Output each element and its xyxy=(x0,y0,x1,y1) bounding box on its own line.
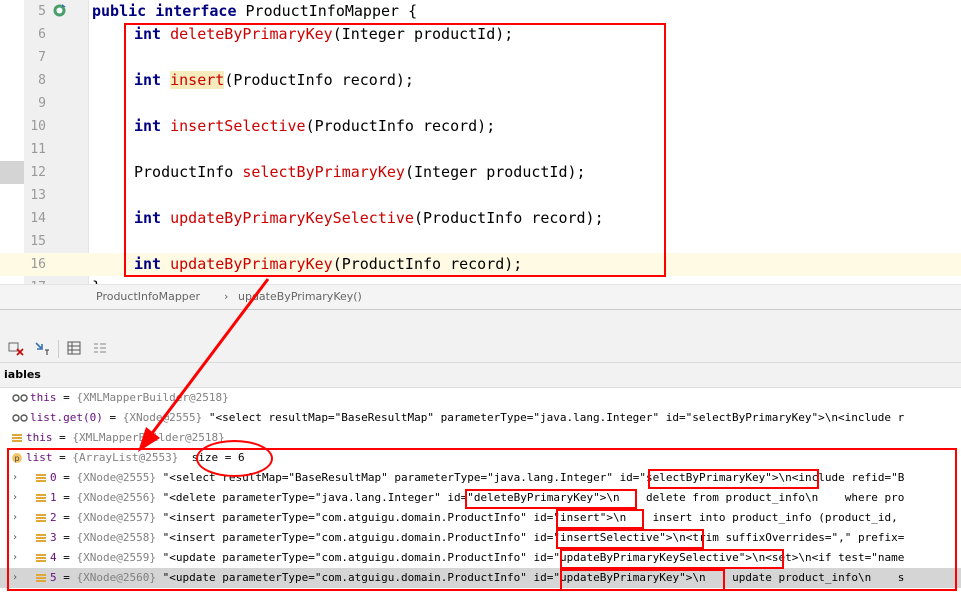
code-text[interactable]: public interface ProductInfoMapper { xyxy=(92,0,417,23)
breadcrumb-method[interactable]: updateByPrimaryKey() xyxy=(238,290,362,303)
debug-toolbar xyxy=(0,336,961,363)
variable-name: list.get(0) xyxy=(30,411,103,424)
line-number: 16 xyxy=(30,257,46,272)
variable-val: "<select resultMap="BaseResultMap" param… xyxy=(202,411,905,424)
drop-frame-icon[interactable] xyxy=(8,340,24,356)
variable-text: this = {XMLMapperBuilder@2518} xyxy=(30,388,229,408)
code-token: public interface xyxy=(92,2,246,20)
variable-row[interactable]: this = {XMLMapperBuilder@2518} xyxy=(0,428,961,448)
line-number: 6 xyxy=(38,27,46,42)
id-annotation-2 xyxy=(556,509,644,529)
variable-ref: {XNode@2555} xyxy=(122,411,203,424)
line-number: 9 xyxy=(38,96,46,111)
code-line[interactable]: 17} xyxy=(0,276,961,284)
id-annotation-0 xyxy=(648,469,819,489)
panel-title: iables xyxy=(4,368,41,381)
variable-row[interactable]: list.get(0) = {XNode@2555} "<select resu… xyxy=(0,408,961,428)
field-icon xyxy=(12,434,22,442)
id-annotation-3 xyxy=(556,529,704,549)
breadcrumb-separator: › xyxy=(224,290,229,303)
code-line[interactable]: 5 public interface ProductInfoMapper { xyxy=(0,0,961,23)
methods-annotation-box xyxy=(124,23,666,277)
collapse-icon[interactable] xyxy=(92,340,108,356)
variable-eq: = xyxy=(102,411,123,424)
id-annotation-4 xyxy=(560,549,784,569)
id-annotation-1 xyxy=(465,489,637,509)
variable-ref: {XMLMapperBuilder@2518} xyxy=(72,431,225,444)
table-icon[interactable] xyxy=(66,340,82,356)
breadcrumb-class[interactable]: ProductInfoMapper xyxy=(96,290,200,303)
breadcrumb: ProductInfoMapper › updateByPrimaryKey() xyxy=(0,284,961,309)
line-number: 8 xyxy=(38,73,46,88)
line-number: 17 xyxy=(24,276,46,284)
variable-eq: = xyxy=(52,431,73,444)
line-number: 5 xyxy=(38,4,46,19)
line-number: 7 xyxy=(38,50,46,65)
variable-name: this xyxy=(30,391,57,404)
variable-name: this xyxy=(26,431,53,444)
line-number: 12 xyxy=(30,165,46,180)
line-number: 13 xyxy=(30,188,46,203)
variable-ref: {XMLMapperBuilder@2518} xyxy=(76,391,229,404)
variable-eq: = xyxy=(56,391,77,404)
variables-header: iables xyxy=(0,363,961,388)
code-text[interactable]: } xyxy=(92,276,101,284)
id-annotation-5 xyxy=(560,569,725,591)
variable-text: list.get(0) = {XNode@2555} "<select resu… xyxy=(30,408,904,428)
step-filter-icon[interactable] xyxy=(34,340,50,356)
variable-row[interactable]: this = {XMLMapperBuilder@2518} xyxy=(0,388,961,408)
variable-text: this = {XMLMapperBuilder@2518} xyxy=(26,428,225,448)
line-number: 10 xyxy=(30,119,46,134)
implement-icon[interactable] xyxy=(52,3,67,18)
line-number: 14 xyxy=(30,211,46,226)
code-token: ProductInfoMapper { xyxy=(245,2,418,20)
line-number: 15 xyxy=(30,234,46,249)
line-number: 11 xyxy=(30,142,46,157)
watch-icon xyxy=(12,394,28,402)
watch-icon xyxy=(12,414,28,422)
